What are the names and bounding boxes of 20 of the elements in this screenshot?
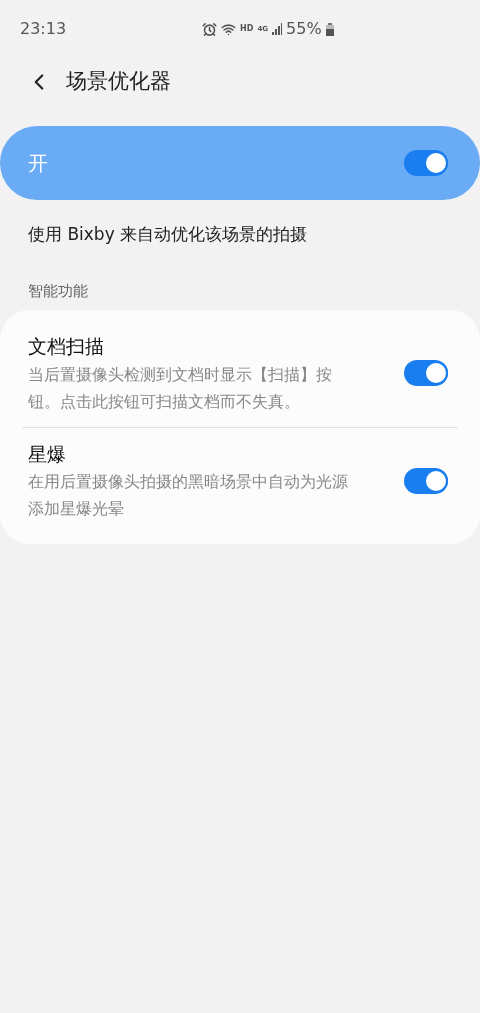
- setting-title: 文档扫描: [28, 334, 105, 359]
- battery-percent: 55%: [286, 18, 322, 40]
- setting-title: 星爆: [28, 441, 67, 467]
- status-time: 23:13: [20, 18, 67, 40]
- setting-row[interactable]: 文档扫描 当后置摄像头检测到文档时显示【扫描】按钮。点击此按钮可扫描文档而不失真。: [0, 320, 480, 427]
- alarm-icon: [202, 21, 218, 37]
- signal-icon: [272, 23, 283, 35]
- setting-row[interactable]: 星爆 在用后置摄像头拍摄的黑暗场景中自动为光源添加星爆光晕: [0, 427, 480, 534]
- description-text: 使用 Bixby 来自动优化该场景的拍摄: [27, 223, 309, 246]
- section-header: 智能功能: [27, 280, 89, 302]
- toggle-switch[interactable]: [404, 360, 448, 387]
- hd-label: HD: [240, 23, 254, 35]
- battery-icon: [325, 22, 334, 36]
- master-switch-label: 开: [28, 150, 48, 177]
- page-title: 场景优化器: [66, 68, 171, 96]
- toggle-switch[interactable]: [404, 150, 448, 176]
- toggle-switch[interactable]: [404, 467, 448, 494]
- setting-summary: 当后置摄像头检测到文档时显示【扫描】按钮。点击此按钮可扫描文档而不失真。: [28, 363, 333, 413]
- setting-summary: 在用后置摄像头拍摄的黑暗场景中自动为光源添加星爆光晕: [28, 471, 349, 520]
- wifi-icon: [221, 21, 237, 37]
